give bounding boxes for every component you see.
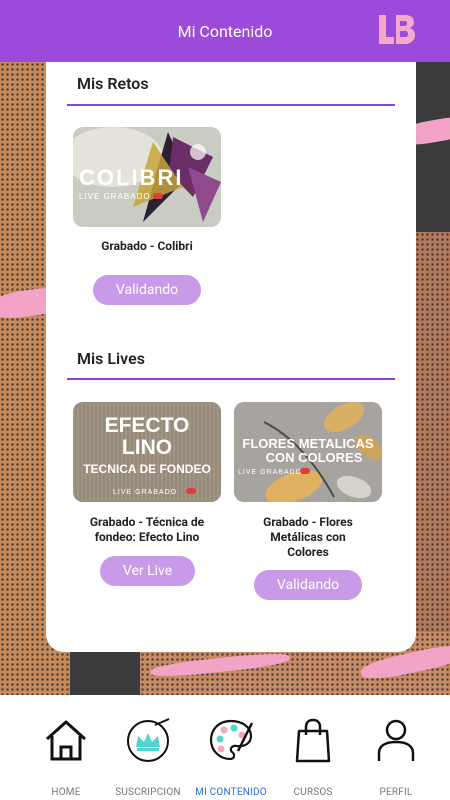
nav-mi-contenido-label: MI CONTENIDO: [195, 787, 267, 798]
lives-divider: [67, 378, 395, 380]
brand-logo: [379, 15, 415, 44]
colibri-title: Grabado - Colibri: [101, 239, 193, 253]
flores-validando-button[interactable]: Validando: [254, 570, 362, 600]
home-icon: [45, 720, 87, 761]
palette-icon: [209, 719, 254, 761]
flores-metalicas-title: Grabado - Flores Metálicas con Colores: [263, 515, 353, 559]
nav-mi-contenido[interactable]: MI CONTENIDO: [186, 695, 276, 800]
efecto-lino-thumb-title-3: TECNICA DE FONDEO: [83, 462, 211, 476]
nav-perfil[interactable]: PERFIL: [351, 695, 441, 800]
retos-divider: [67, 104, 395, 106]
flores-thumb-title-2: CON COLORES: [266, 450, 363, 465]
shopping-bag-icon: [295, 718, 331, 763]
flores-thumb-title-1: FLORES METALICAS: [242, 436, 374, 451]
bottom-navigation: HOME SUSCRIPCION MI CONTENIDO CURSOS PER…: [0, 695, 450, 800]
colibri-thumb-title: COLIBRI: [79, 165, 183, 190]
flores-metalicas-thumbnail[interactable]: FLORES METALICAS CON COLORES LIVE GRABAD…: [234, 402, 382, 502]
page-title: Mi Contenido: [177, 21, 273, 41]
colibri-thumbnail[interactable]: COLIBRI LIVE GRABADO: [73, 127, 221, 227]
efecto-lino-thumb-title-1: EFECTO: [105, 414, 190, 437]
app-header: Mi Contenido: [0, 0, 450, 62]
nav-suscripcion-label: SUSCRIPCION: [115, 787, 181, 798]
flores-thumb-sub: LIVE GRABADO: [238, 469, 302, 476]
efecto-lino-thumb-title-2: LINO: [122, 436, 172, 459]
nav-perfil-label: PERFIL: [379, 787, 413, 798]
efecto-lino-thumbnail[interactable]: EFECTO LINO TECNICA DE FONDEO LIVE GRABA…: [73, 402, 221, 502]
nav-suscripcion[interactable]: SUSCRIPCION: [103, 695, 193, 800]
colibri-validando-button[interactable]: Validando: [93, 275, 201, 305]
user-icon: [377, 719, 415, 761]
crown-icon: [127, 718, 170, 762]
lives-section-title: Mis Lives: [77, 349, 145, 368]
nav-cursos[interactable]: CURSOS: [268, 695, 358, 800]
efecto-lino-title: Grabado - Técnica de fondeo: Efecto Lino: [89, 515, 205, 544]
colibri-thumb-sub: LIVE GRABADO: [79, 192, 151, 201]
ver-live-button[interactable]: Ver Live: [100, 556, 195, 586]
nav-home-label: HOME: [51, 787, 81, 798]
content-card: Mis Retos COLIBRI LIVE GRABADO Grabado -…: [46, 62, 416, 652]
efecto-lino-thumb-sub: LIVE GRABADO: [113, 489, 177, 496]
nav-cursos-label: CURSOS: [293, 787, 333, 798]
nav-home[interactable]: HOME: [21, 695, 111, 800]
retos-section-title: Mis Retos: [77, 74, 149, 93]
